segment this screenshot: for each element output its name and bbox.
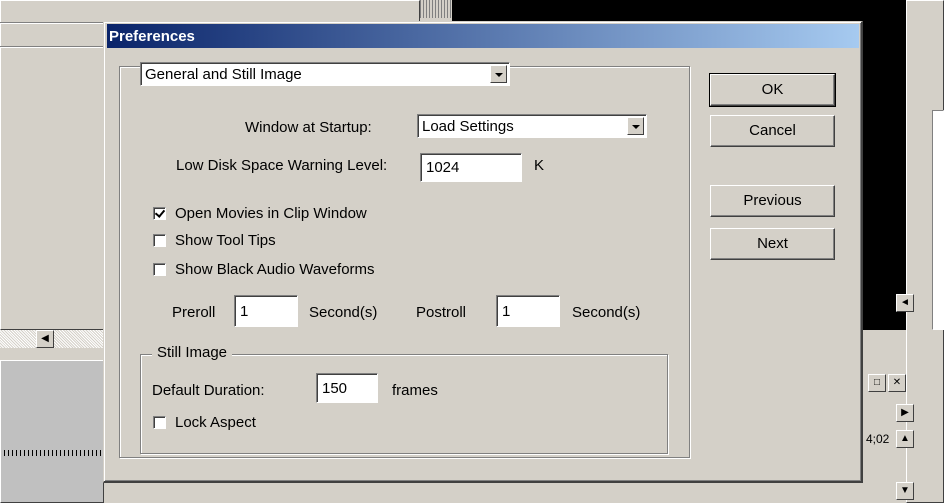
preferences-dialog: Preferences General and Still Image Wind… <box>103 21 863 483</box>
background-right-list <box>932 110 944 330</box>
low-disk-unit: K <box>534 157 545 174</box>
checkbox-icon[interactable] <box>153 263 166 276</box>
background-timeline-panel <box>0 360 104 503</box>
play-icon[interactable]: ▶ <box>896 404 914 422</box>
default-duration-label: Default Duration: <box>152 382 265 399</box>
low-disk-label: Low Disk Space Warning Level: <box>176 157 388 174</box>
show-tooltips-checkbox[interactable]: Show Tool Tips <box>153 232 276 249</box>
postroll-input[interactable] <box>496 295 560 327</box>
checkbox-icon[interactable] <box>153 416 166 429</box>
default-duration-input[interactable] <box>316 373 378 403</box>
background-monitor-edge <box>420 0 452 18</box>
background-audio-meter <box>866 292 894 316</box>
lock-aspect-label: Lock Aspect <box>175 414 256 431</box>
black-waveforms-checkbox[interactable]: Show Black Audio Waveforms <box>153 261 375 278</box>
preroll-unit: Second(s) <box>309 304 378 321</box>
window-at-startup-label: Window at Startup: <box>245 119 372 136</box>
black-waveforms-label: Show Black Audio Waveforms <box>175 261 375 278</box>
postroll-label: Postroll <box>416 304 467 321</box>
previous-button[interactable]: Previous <box>710 185 835 217</box>
dialog-titlebar[interactable]: Preferences <box>107 24 859 48</box>
background-timeline-ruler <box>4 450 104 456</box>
scroll-left-icon[interactable]: ◀ <box>36 330 54 348</box>
preroll-label: Preroll <box>172 304 216 321</box>
open-movies-label: Open Movies in Clip Window <box>175 205 367 222</box>
scroll-up-icon[interactable]: ▲ <box>896 430 914 448</box>
lock-aspect-checkbox[interactable]: Lock Aspect <box>153 414 256 431</box>
window-at-startup-select[interactable]: Load Settings <box>417 114 647 138</box>
preroll-input[interactable] <box>234 295 298 327</box>
open-movies-checkbox[interactable]: Open Movies in Clip Window <box>153 205 367 222</box>
background-scrollbar-track <box>0 330 110 348</box>
default-duration-unit: frames <box>392 382 438 399</box>
still-image-legend: Still Image <box>152 344 233 361</box>
chevron-down-icon[interactable] <box>490 65 507 83</box>
category-select-value: General and Still Image <box>145 66 302 83</box>
minimize-icon[interactable]: □ <box>868 374 886 392</box>
checkbox-icon[interactable] <box>153 207 166 220</box>
next-button[interactable]: Next <box>710 228 835 260</box>
scroll-down-icon[interactable]: ▼ <box>896 482 914 500</box>
category-select[interactable]: General and Still Image <box>140 62 510 86</box>
checkbox-icon[interactable] <box>153 234 166 247</box>
ok-button[interactable]: OK <box>709 73 836 107</box>
low-disk-input[interactable] <box>420 153 522 182</box>
postroll-unit: Second(s) <box>572 304 641 321</box>
cancel-button[interactable]: Cancel <box>710 115 835 147</box>
window-at-startup-value: Load Settings <box>422 118 514 135</box>
close-icon[interactable]: ✕ <box>888 374 906 392</box>
chevron-down-icon[interactable] <box>627 117 644 135</box>
dialog-title: Preferences <box>109 28 195 45</box>
timecode-text: 4;02 <box>866 432 890 446</box>
show-tooltips-label: Show Tool Tips <box>175 232 276 249</box>
still-image-group <box>140 354 668 454</box>
speaker-icon[interactable]: ◄ <box>896 294 914 312</box>
